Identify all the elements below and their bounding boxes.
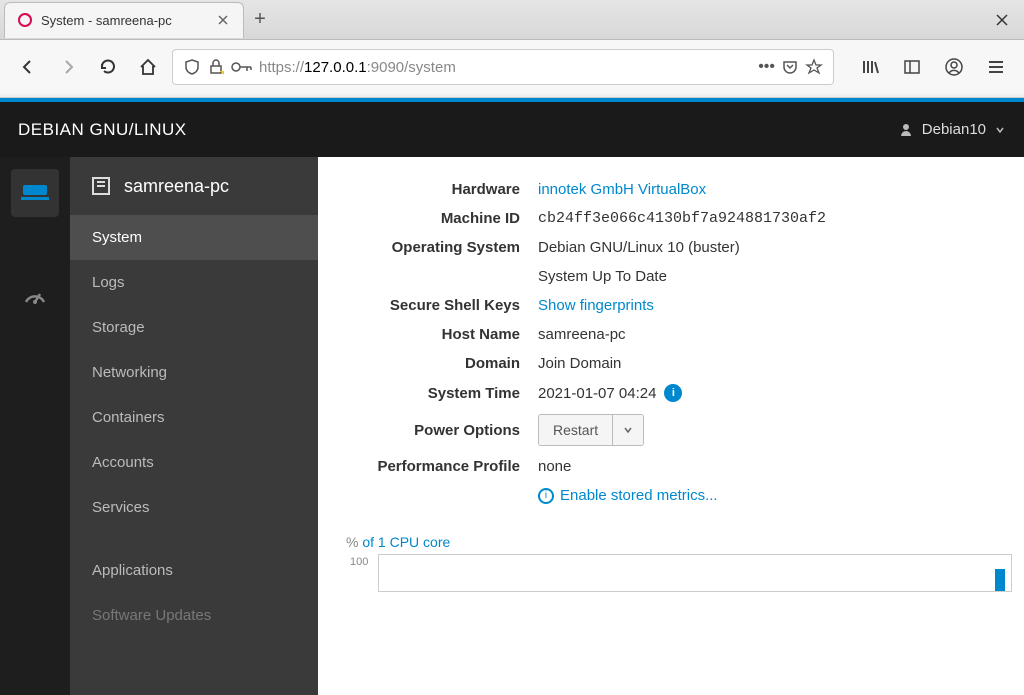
url-text: https://127.0.0.1:9090/system: [259, 59, 752, 76]
hostname-value[interactable]: samreena-pc: [538, 326, 626, 343]
os-label: Operating System: [318, 239, 538, 256]
icon-rail: [0, 157, 70, 695]
back-button[interactable]: [12, 51, 44, 83]
toolbar-right: [842, 51, 1012, 83]
time-value[interactable]: 2021-01-07 04:24 i: [538, 384, 682, 402]
perf-label: Performance Profile: [318, 458, 538, 475]
info-circle-icon: i: [538, 488, 554, 504]
info-icon[interactable]: i: [664, 384, 682, 402]
domain-label: Domain: [318, 355, 538, 372]
power-label: Power Options: [318, 422, 538, 439]
shield-icon[interactable]: [183, 58, 201, 76]
menu-icon[interactable]: [980, 51, 1012, 83]
sidebar-item-logs[interactable]: Logs: [70, 260, 318, 305]
app: DEBIAN GNU/LINUX Debian10 samreena-pc Sy…: [0, 98, 1024, 695]
cpu-chart-section: % of 1 CPU core 100: [318, 534, 1024, 592]
lock-warning-icon[interactable]: [207, 58, 225, 76]
cpu-chart-bar: [995, 569, 1005, 591]
restart-button[interactable]: Restart: [539, 415, 612, 445]
sidebar-item-storage[interactable]: Storage: [70, 305, 318, 350]
sidebar-item-updates[interactable]: Software Updates: [70, 593, 318, 638]
sidebar-toggle-icon[interactable]: [896, 51, 928, 83]
main-content: Hardware innotek GmbH VirtualBox Machine…: [318, 157, 1024, 695]
time-label: System Time: [318, 385, 538, 402]
chart-ylabel: 100: [350, 556, 368, 568]
debian-favicon: [17, 12, 33, 28]
perf-value[interactable]: none: [538, 458, 571, 475]
sidebar-item-networking[interactable]: Networking: [70, 350, 318, 395]
account-icon[interactable]: [938, 51, 970, 83]
hostname-label: Host Name: [318, 326, 538, 343]
sidebar-header[interactable]: samreena-pc: [70, 157, 318, 215]
enable-metrics-link[interactable]: i Enable stored metrics...: [538, 487, 718, 504]
sidebar-item-containers[interactable]: Containers: [70, 395, 318, 440]
app-body: samreena-pc System Logs Storage Networki…: [0, 157, 1024, 695]
browser-chrome: System - samreena-pc +: [0, 0, 1024, 98]
rail-dashboard-icon[interactable]: [11, 273, 59, 321]
sidebar-item-system[interactable]: System: [70, 215, 318, 260]
sidebar-item-services[interactable]: Services: [70, 485, 318, 530]
pocket-icon[interactable]: [781, 58, 799, 76]
page-actions-icon[interactable]: •••: [758, 58, 775, 76]
nav-bar: https://127.0.0.1:9090/system •••: [0, 40, 1024, 94]
library-icon[interactable]: [854, 51, 886, 83]
sidebar-item-applications[interactable]: Applications: [70, 548, 318, 593]
chevron-down-icon: [994, 124, 1006, 136]
sidebar: samreena-pc System Logs Storage Networki…: [70, 157, 318, 695]
ssh-fingerprints-link[interactable]: Show fingerprints: [538, 297, 654, 314]
os-status: System Up To Date: [538, 268, 667, 285]
machine-id-value: cb24ff3e066c4130bf7a924881730af2: [538, 210, 826, 227]
bookmark-star-icon[interactable]: [805, 58, 823, 76]
new-tab-button[interactable]: +: [244, 4, 276, 36]
app-brand: DEBIAN GNU/LINUX: [18, 120, 187, 140]
browser-tab[interactable]: System - samreena-pc: [4, 2, 244, 38]
power-dropdown-caret[interactable]: [612, 415, 643, 445]
machine-id-label: Machine ID: [318, 210, 538, 227]
power-button-group: Restart: [538, 414, 644, 446]
key-icon[interactable]: [231, 60, 253, 74]
user-name: Debian10: [922, 121, 986, 138]
rail-host-icon[interactable]: [11, 169, 59, 217]
server-icon: [90, 175, 112, 197]
cpu-chart[interactable]: [378, 554, 1012, 592]
app-header: DEBIAN GNU/LINUX Debian10: [0, 102, 1024, 157]
chart-title: % of 1 CPU core: [346, 534, 1024, 550]
os-value: Debian GNU/Linux 10 (buster): [538, 239, 740, 256]
home-button[interactable]: [132, 51, 164, 83]
ssh-label: Secure Shell Keys: [318, 297, 538, 314]
hardware-label: Hardware: [318, 181, 538, 198]
url-bar[interactable]: https://127.0.0.1:9090/system •••: [172, 49, 834, 85]
sidebar-hostname: samreena-pc: [124, 176, 229, 197]
reload-button[interactable]: [92, 51, 124, 83]
tab-title: System - samreena-pc: [41, 13, 207, 28]
tab-bar: System - samreena-pc +: [0, 0, 1024, 40]
sidebar-item-accounts[interactable]: Accounts: [70, 440, 318, 485]
domain-value[interactable]: Join Domain: [538, 355, 621, 372]
forward-button[interactable]: [52, 51, 84, 83]
hardware-value[interactable]: innotek GmbH VirtualBox: [538, 181, 706, 198]
user-menu[interactable]: Debian10: [898, 121, 1006, 138]
window-close-button[interactable]: [992, 10, 1012, 30]
user-icon: [898, 122, 914, 138]
tab-close-button[interactable]: [215, 12, 231, 28]
